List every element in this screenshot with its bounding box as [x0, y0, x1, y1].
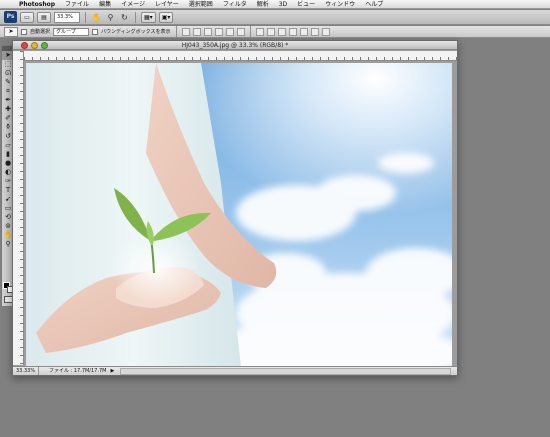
- zoom-tool-icon[interactable]: ⚲: [105, 12, 116, 23]
- image-canvas[interactable]: [26, 63, 452, 367]
- status-zoom-field[interactable]: 33.33%: [13, 367, 39, 375]
- vertical-ruler[interactable]: [13, 51, 24, 365]
- document-window: HJ043_350A.jpg @ 33.3% (RGB/8) * 33.33% …: [12, 40, 458, 376]
- show-bounding-box-label: バウンディングボックスを表示: [101, 28, 171, 35]
- menu-analysis[interactable]: 解析: [252, 0, 274, 9]
- menu-view[interactable]: ビュー: [292, 0, 320, 9]
- menu-3d[interactable]: 3D: [274, 0, 292, 9]
- status-menu-arrow-icon[interactable]: ▶: [110, 368, 114, 374]
- arrange-documents-button[interactable]: ▦▾: [141, 11, 156, 23]
- menu-filter[interactable]: フィルタ: [218, 0, 252, 9]
- screen-mode-button[interactable]: ▣▾: [158, 11, 174, 23]
- rotate-view-icon[interactable]: ↻: [119, 12, 130, 23]
- auto-select-label: 自動選択: [30, 28, 51, 35]
- close-window-button[interactable]: [21, 42, 28, 49]
- menu-help[interactable]: ヘルプ: [360, 0, 388, 9]
- photo-hands-holding-seedling: [26, 63, 452, 367]
- menu-window[interactable]: ウィンドウ: [320, 0, 360, 9]
- separator: [135, 11, 136, 23]
- horizontal-scrollbar[interactable]: [120, 367, 451, 375]
- distribute-hcenter-icon[interactable]: [299, 27, 308, 36]
- bridge-button[interactable]: ▭: [20, 11, 34, 23]
- zoom-window-button[interactable]: [41, 42, 48, 49]
- zoom-level-field[interactable]: 33.3%: [54, 11, 80, 23]
- align-vertical-center-icon[interactable]: [192, 27, 201, 36]
- align-top-icon[interactable]: [181, 27, 190, 36]
- menu-layer[interactable]: レイヤー: [150, 0, 184, 9]
- document-title: HJ043_350A.jpg @ 33.3% (RGB/8) *: [181, 42, 289, 49]
- distribute-top-icon[interactable]: [255, 27, 264, 36]
- align-horizontal-center-icon[interactable]: [225, 27, 234, 36]
- separator: [85, 11, 86, 23]
- separator: [249, 26, 251, 37]
- auto-align-layers-icon[interactable]: [321, 27, 330, 36]
- align-left-icon[interactable]: [214, 27, 223, 36]
- distribute-left-icon[interactable]: [288, 27, 297, 36]
- photoshop-logo[interactable]: Ps: [4, 11, 17, 23]
- auto-select-target-select[interactable]: グループ: [53, 27, 90, 36]
- align-bottom-icon[interactable]: [203, 27, 212, 36]
- menu-app-name[interactable]: Photoshop: [16, 0, 60, 9]
- status-document-info: ファイル : 17.7M/17.7M: [49, 368, 107, 374]
- menu-image[interactable]: イメージ: [116, 0, 150, 9]
- show-bounding-box-checkbox[interactable]: [92, 28, 99, 35]
- menu-bar: Photoshop ファイル 編集 イメージ レイヤー 選択範囲 フィルタ 解析…: [0, 0, 550, 9]
- separator: [175, 26, 177, 37]
- menu-file[interactable]: ファイル: [60, 0, 94, 9]
- hand-tool-icon[interactable]: ✋: [91, 12, 102, 23]
- minimize-window-button[interactable]: [31, 42, 38, 49]
- distribute-right-icon[interactable]: [310, 27, 319, 36]
- distribute-bottom-icon[interactable]: [277, 27, 286, 36]
- options-bar: ➤ 自動選択 グループ バウンディングボックスを表示: [0, 26, 550, 38]
- mini-bridge-button[interactable]: ▤: [37, 11, 51, 23]
- move-tool-preset-icon[interactable]: ➤: [4, 26, 18, 37]
- document-status-bar: 33.33% ファイル : 17.7M/17.7M ▶: [13, 366, 457, 375]
- align-right-icon[interactable]: [236, 27, 245, 36]
- application-bar: Ps ▭ ▤ 33.3% ✋ ⚲ ↻ ▦▾ ▣▾: [0, 10, 550, 25]
- horizontal-ruler[interactable]: [24, 51, 457, 61]
- document-title-bar[interactable]: HJ043_350A.jpg @ 33.3% (RGB/8) *: [13, 41, 457, 50]
- distribute-center-icon[interactable]: [266, 27, 275, 36]
- auto-select-checkbox[interactable]: [21, 28, 27, 35]
- menu-edit[interactable]: 編集: [94, 0, 116, 9]
- menu-select[interactable]: 選択範囲: [184, 0, 218, 9]
